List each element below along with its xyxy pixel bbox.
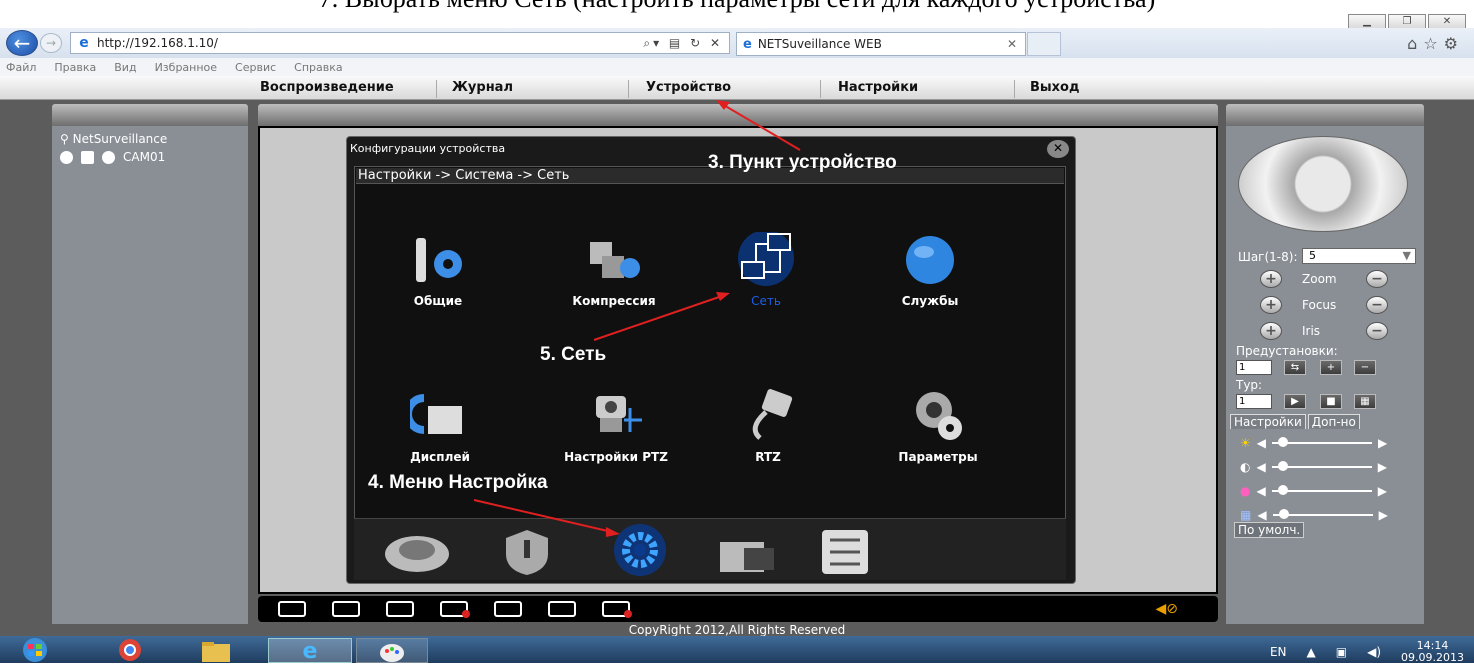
hue-slider[interactable]: ▦ ◀ ▶ <box>1240 508 1388 522</box>
fullscreen-icon[interactable] <box>278 601 306 617</box>
step-label: Шаг(1-8): <box>1238 250 1298 264</box>
focus-in-button[interactable]: + <box>1260 296 1282 314</box>
tour-grid-button[interactable]: ▦ <box>1354 394 1376 409</box>
zoom-in-button[interactable]: + <box>1260 270 1282 288</box>
zoom-out-button[interactable]: − <box>1366 270 1388 288</box>
saturation-slider[interactable]: ● ◀ ▶ <box>1240 484 1387 498</box>
record-stop-icon[interactable] <box>440 601 470 618</box>
copyright-footer: CopyRight 2012,All Rights Reserved <box>0 624 1474 636</box>
network-tray-icon[interactable]: ▣ <box>1336 645 1347 659</box>
contrast-icon: ◐ <box>1240 460 1251 474</box>
decrease-icon[interactable]: ◀ <box>1257 508 1266 522</box>
mute-icon[interactable]: ◀⊘ <box>1156 601 1179 617</box>
tab-extra[interactable]: Доп-но <box>1307 414 1360 429</box>
decrease-icon[interactable]: ◀ <box>1257 436 1266 450</box>
annotation-settings-menu: 4. Меню Настройка <box>368 472 548 493</box>
iris-in-button[interactable]: + <box>1260 322 1282 340</box>
volume-icon[interactable]: ◀) <box>1367 645 1381 659</box>
start-button[interactable] <box>10 638 60 663</box>
hue-icon: ▦ <box>1240 508 1252 522</box>
tour-input[interactable]: 1 <box>1236 394 1272 409</box>
increase-icon[interactable]: ▶ <box>1378 484 1387 498</box>
decrease-icon[interactable]: ◀ <box>1256 484 1265 498</box>
system-tray: EN ▲ ▣ ◀) 14:14 09.09.2013 <box>1270 640 1464 664</box>
saturation-icon: ● <box>1240 484 1251 498</box>
single-view-icon[interactable] <box>332 601 360 617</box>
preset-remove-button[interactable]: − <box>1354 360 1376 375</box>
ie-taskbar-icon[interactable]: e <box>268 638 352 664</box>
increase-icon[interactable]: ▶ <box>1378 436 1387 450</box>
focus-out-button[interactable]: − <box>1366 296 1388 314</box>
tour-label: Тур: <box>1236 378 1263 392</box>
talk-stop-icon[interactable] <box>602 601 632 618</box>
snapshot-icon[interactable] <box>494 601 522 617</box>
zoom-label: Zoom <box>1302 272 1337 286</box>
decrease-icon[interactable]: ◀ <box>1256 460 1265 474</box>
increase-icon[interactable]: ▶ <box>1379 508 1388 522</box>
annotation-network: 5. Сеть <box>540 344 607 365</box>
iris-label: Iris <box>1302 324 1321 338</box>
talk-icon[interactable] <box>548 601 576 617</box>
tour-play-button[interactable]: ▶ <box>1284 394 1306 409</box>
chrome-taskbar-icon[interactable] <box>100 638 160 663</box>
language-indicator[interactable]: EN <box>1270 645 1287 659</box>
paint-taskbar-icon[interactable] <box>356 638 428 663</box>
preset-add-button[interactable]: + <box>1320 360 1342 375</box>
tour-stop-button[interactable]: ■ <box>1320 394 1342 409</box>
presets-label: Предустановки: <box>1236 344 1338 358</box>
step-select[interactable]: 5 ▼ <box>1302 248 1416 264</box>
record-start-icon[interactable] <box>386 601 414 617</box>
focus-label: Focus <box>1302 298 1337 312</box>
brightness-slider[interactable]: ☀ ◀ ▶ <box>1240 436 1387 450</box>
annotation-device: 3. Пункт устройство <box>708 152 897 173</box>
tab-settings[interactable]: Настройки <box>1230 414 1306 429</box>
preset-goto-button[interactable]: ⇆ <box>1284 360 1306 375</box>
default-button[interactable]: По умолч. <box>1234 522 1305 538</box>
ptz-direction-pad[interactable] <box>1238 136 1408 232</box>
image-tabs: Настройки Доп-но <box>1230 414 1360 429</box>
tray-arrow-icon[interactable]: ▲ <box>1307 645 1316 659</box>
clock[interactable]: 14:14 09.09.2013 <box>1401 640 1464 664</box>
explorer-taskbar-icon[interactable] <box>186 638 246 663</box>
brightness-icon: ☀ <box>1240 436 1251 450</box>
clock-date: 09.09.2013 <box>1401 651 1464 664</box>
iris-out-button[interactable]: − <box>1366 322 1388 340</box>
contrast-slider[interactable]: ◐ ◀ ▶ <box>1240 460 1387 474</box>
video-toolbar: ◀⊘ <box>258 596 1218 622</box>
increase-icon[interactable]: ▶ <box>1378 460 1387 474</box>
preset-input[interactable]: 1 <box>1236 360 1272 375</box>
